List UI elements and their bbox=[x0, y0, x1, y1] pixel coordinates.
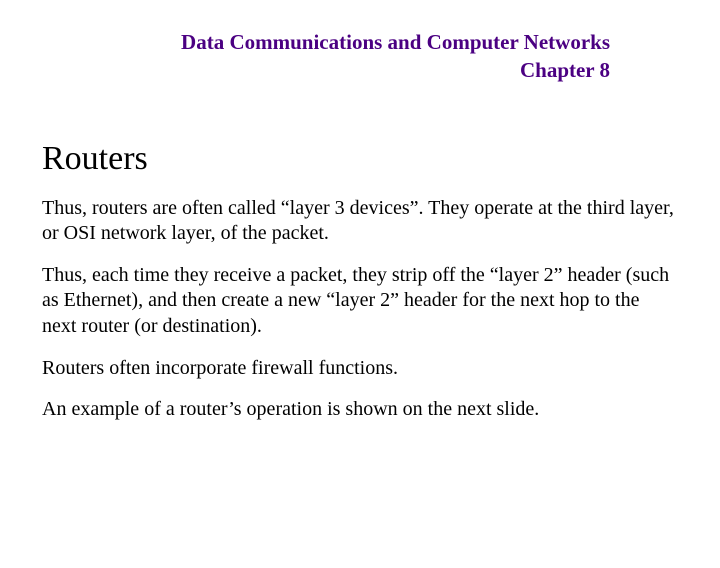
paragraph: Routers often incorporate firewall funct… bbox=[42, 356, 678, 382]
slide-content: Routers Thus, routers are often called “… bbox=[42, 140, 678, 423]
chapter-label: Chapter 8 bbox=[0, 56, 610, 84]
section-title: Routers bbox=[42, 140, 678, 178]
paragraph: An example of a router’s operation is sh… bbox=[42, 397, 678, 423]
paragraph: Thus, routers are often called “layer 3 … bbox=[42, 196, 678, 247]
paragraph: Thus, each time they receive a packet, t… bbox=[42, 263, 678, 340]
slide-header: Data Communications and Computer Network… bbox=[0, 28, 610, 85]
course-title: Data Communications and Computer Network… bbox=[0, 28, 610, 56]
